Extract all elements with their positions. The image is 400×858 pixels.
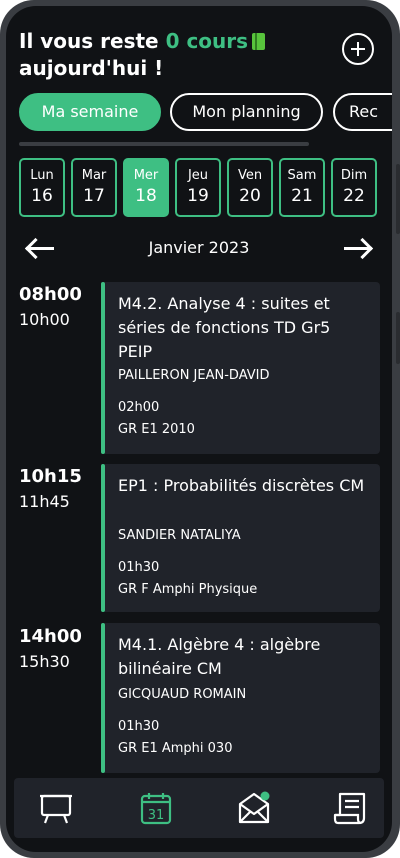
event-title: M4.2. Analyse 4 : suites et séries de fo… — [118, 294, 331, 361]
day-number: 19 — [187, 186, 209, 206]
add-button[interactable] — [342, 33, 374, 65]
event-accent-bar — [101, 623, 105, 773]
document-icon[interactable] — [332, 790, 368, 826]
day-number: 18 — [135, 186, 157, 206]
day-lun[interactable]: Lun 16 — [19, 158, 65, 217]
day-ven[interactable]: Ven 20 — [227, 158, 273, 217]
day-dim[interactable]: Dim 22 — [331, 158, 377, 217]
previous-week-arrow-icon[interactable] — [24, 236, 56, 262]
day-name: Jeu — [187, 168, 209, 183]
day-name: Mar — [81, 168, 107, 183]
day-sam[interactable]: Sam 21 — [279, 158, 325, 217]
side-button — [396, 164, 400, 234]
side-button — [396, 312, 400, 364]
app-screen: Il vous reste 0 cours aujourd'hui ! Ma s… — [6, 6, 392, 852]
calendar-icon[interactable]: 31 — [138, 790, 174, 826]
event-card[interactable]: EP1 : Probabilités discrètes CM SANDIER … — [101, 464, 380, 612]
event-title: EP1 : Probabilités discrètes CM — [118, 476, 365, 495]
tab-mon-planning[interactable]: Mon planning — [170, 93, 323, 131]
event-teacher: GICQUAUD ROMAIN — [118, 687, 247, 702]
event-card[interactable]: M4.1. Algèbre 4 : algèbre bilinéaire CM … — [101, 623, 380, 773]
title-suffix: aujourd'hui ! — [19, 56, 164, 80]
view-tabs: Ma semaine Mon planning Rec — [19, 93, 392, 133]
event-room: GR F Amphi Physique — [118, 582, 258, 597]
event-accent-bar — [101, 282, 105, 454]
day-number: 16 — [31, 186, 53, 206]
day-name: Lun — [30, 168, 54, 183]
day-mer[interactable]: Mer 18 — [123, 158, 169, 217]
tabs-scrollbar[interactable] — [19, 142, 309, 146]
event-title: M4.1. Algèbre 4 : algèbre bilinéaire CM — [118, 635, 321, 678]
tab-ma-semaine[interactable]: Ma semaine — [19, 93, 161, 131]
day-number: 20 — [239, 186, 261, 206]
title-prefix: Il vous reste — [19, 29, 166, 53]
course-count: 0 cours — [165, 29, 249, 53]
calendar-day-number: 31 — [148, 808, 165, 823]
book-icon — [252, 33, 266, 50]
bottom-nav: 31 — [14, 778, 384, 838]
event-duration: 02h00 — [118, 400, 160, 415]
day-name: Ven — [237, 168, 263, 183]
day-number: 17 — [83, 186, 105, 206]
day-number: 22 — [343, 186, 365, 206]
day-mar[interactable]: Mar 17 — [71, 158, 117, 217]
event-duration: 01h30 — [118, 560, 160, 575]
mail-icon[interactable] — [236, 790, 272, 826]
event-start-time: 14h00 — [19, 626, 82, 647]
event-duration: 01h30 — [118, 719, 160, 734]
day-jeu[interactable]: Jeu 19 — [175, 158, 221, 217]
event-end-time: 10h00 — [19, 310, 70, 329]
event-card[interactable]: M4.2. Analyse 4 : suites et séries de fo… — [101, 282, 380, 454]
event-end-time: 11h45 — [19, 492, 70, 511]
month-label: Janvier 2023 — [148, 238, 250, 257]
device-frame: Il vous reste 0 cours aujourd'hui ! Ma s… — [0, 0, 400, 858]
day-selector: Lun 16 Mar 17 Mer 18 Jeu 19 Ven 20 Sam 2… — [19, 158, 381, 218]
notification-dot — [260, 791, 270, 801]
event-teacher: PAILLERON JEAN-DAVID — [118, 368, 270, 383]
tab-rec[interactable]: Rec — [333, 93, 392, 131]
event-accent-bar — [101, 464, 105, 612]
day-name: Sam — [287, 168, 317, 183]
event-room: GR E1 2010 — [118, 422, 195, 437]
day-number: 21 — [291, 186, 313, 206]
event-start-time: 10h15 — [19, 466, 82, 487]
board-icon[interactable] — [38, 790, 74, 826]
event-start-time: 08h00 — [19, 284, 82, 305]
event-teacher: SANDIER NATALIYA — [118, 528, 241, 543]
page-title: Il vous reste 0 cours aujourd'hui ! — [19, 28, 319, 82]
event-end-time: 15h30 — [19, 652, 70, 671]
day-name: Dim — [340, 168, 368, 183]
next-week-arrow-icon[interactable] — [342, 236, 374, 262]
event-room: GR E1 Amphi 030 — [118, 741, 233, 756]
day-name: Mer — [133, 168, 159, 183]
